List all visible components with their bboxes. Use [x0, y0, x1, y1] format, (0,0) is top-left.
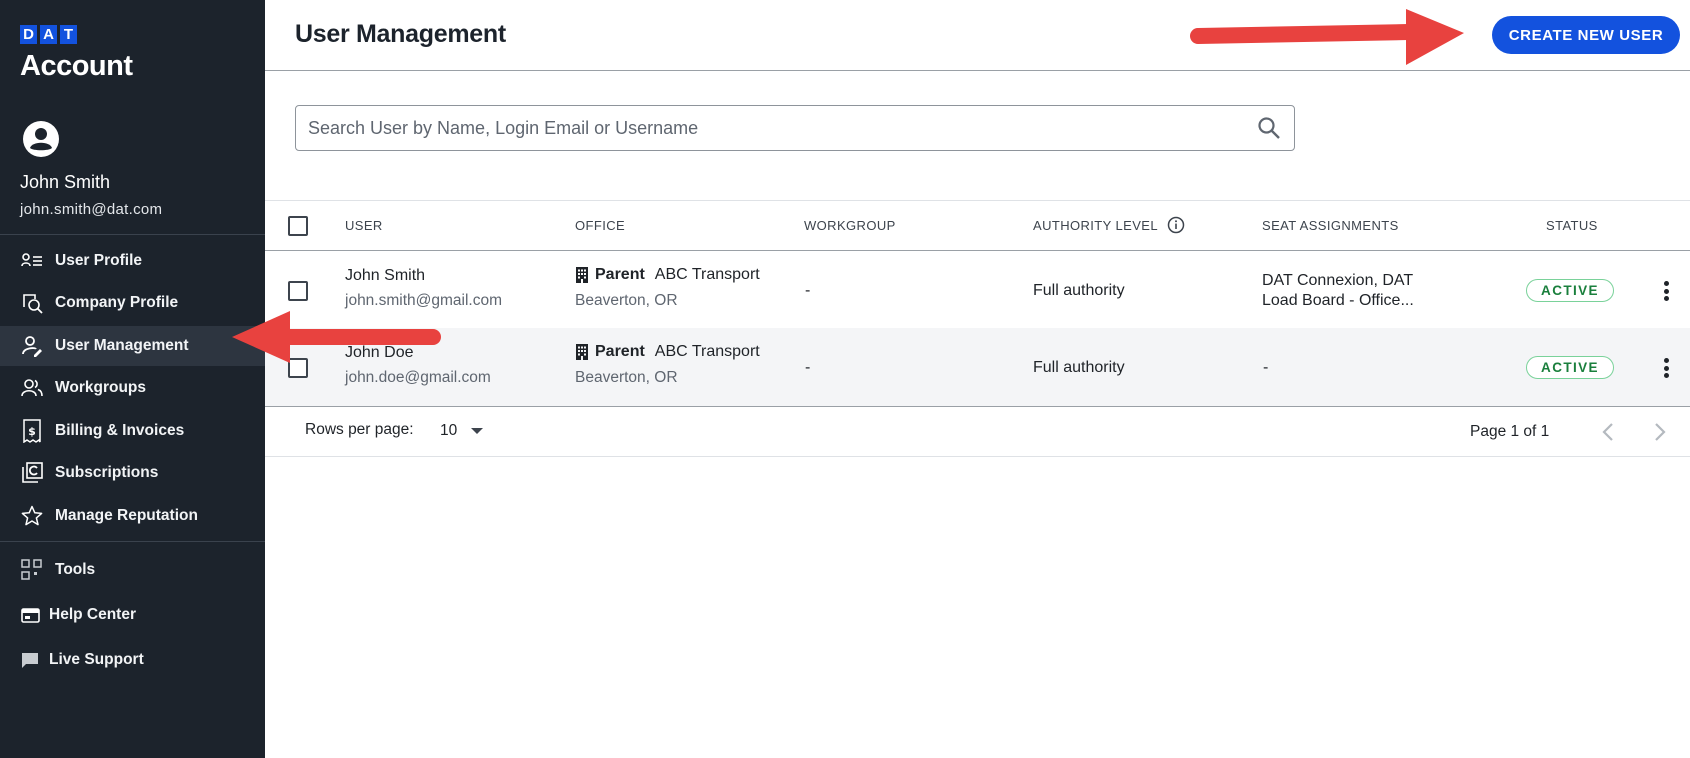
user-email: john.smith@dat.com	[20, 201, 163, 218]
column-header-seat-assignments[interactable]: SEAT ASSIGNMENTS	[1262, 218, 1399, 233]
sidebar-item-label: Manage Reputation	[55, 507, 198, 524]
user-name: John Smith	[20, 172, 111, 192]
chevron-down-icon	[471, 428, 484, 434]
sidebar-divider	[0, 541, 265, 542]
subscriptions-icon	[20, 461, 44, 485]
status-badge: ACTIVE	[1526, 279, 1614, 302]
office-location: Beaverton, OR	[575, 292, 678, 309]
workgroup-cell: -	[805, 282, 811, 299]
annotation-arrow-icon	[1190, 9, 1464, 65]
seat-assignments-cell: -	[1263, 359, 1269, 376]
workgroup-cell: -	[805, 359, 811, 376]
sidebar-item-manage-reputation[interactable]: Manage Reputation	[0, 496, 265, 536]
office-name: ABC Transport	[654, 343, 760, 360]
select-all-checkbox[interactable]	[288, 216, 308, 236]
star-icon	[20, 504, 44, 528]
user-edit-icon	[20, 334, 44, 358]
grid-icon	[20, 558, 44, 582]
logo-letter: A	[40, 25, 57, 44]
avatar-icon[interactable]	[22, 120, 60, 158]
info-icon[interactable]	[1167, 216, 1185, 234]
page-info: Page 1 of 1	[1470, 423, 1550, 440]
row-actions-kebab-icon[interactable]	[1659, 278, 1673, 304]
company-search-icon	[20, 291, 44, 315]
user-profile-icon	[20, 249, 44, 273]
authority-cell: Full authority	[1033, 359, 1125, 376]
building-icon	[576, 344, 588, 360]
table-top-divider	[265, 200, 1690, 201]
sidebar: D A T Account John Smith john.smith@dat.…	[0, 0, 265, 758]
create-new-user-button[interactable]: CREATE NEW USER	[1492, 16, 1680, 54]
column-header-status[interactable]: STATUS	[1546, 218, 1598, 233]
dat-logo[interactable]: D A T	[20, 25, 77, 44]
receipt-dollar-icon: $	[20, 419, 44, 443]
next-page-icon[interactable]	[1647, 420, 1671, 444]
sidebar-item-label: Live Support	[49, 651, 144, 668]
sidebar-item-company-profile[interactable]: Company Profile	[0, 283, 265, 323]
sidebar-item-label: Workgroups	[55, 379, 146, 396]
user-search-input[interactable]	[308, 117, 1246, 139]
table-row-highlight	[265, 328, 1690, 406]
status-badge: ACTIVE	[1526, 356, 1614, 379]
user-search-box	[295, 105, 1295, 151]
seat-assignments-cell: DAT Connexion, DAT	[1262, 272, 1414, 289]
logo-letter: T	[60, 25, 77, 44]
sidebar-divider	[0, 234, 265, 235]
row-checkbox[interactable]	[288, 358, 308, 378]
sidebar-item-subscriptions[interactable]: Subscriptions	[0, 453, 265, 493]
rows-per-page-value: 10	[440, 422, 458, 439]
footer-divider	[265, 456, 1690, 457]
sidebar-item-tools[interactable]: Tools	[0, 550, 265, 590]
authority-cell: Full authority	[1033, 282, 1125, 299]
user-email-cell: john.smith@gmail.com	[345, 292, 503, 309]
svg-text:$: $	[28, 425, 36, 438]
sidebar-item-label: Billing & Invoices	[55, 422, 185, 439]
row-checkbox[interactable]	[288, 281, 308, 301]
row-actions-kebab-icon[interactable]	[1659, 355, 1673, 381]
sidebar-item-user-profile[interactable]: User Profile	[0, 241, 265, 281]
sidebar-item-label: Company Profile	[55, 294, 179, 311]
help-window-icon	[20, 603, 40, 627]
column-header-user[interactable]: USER	[345, 218, 383, 233]
sidebar-item-user-management[interactable]: User Management	[0, 326, 265, 366]
chat-icon	[20, 648, 40, 672]
building-icon	[576, 267, 588, 283]
previous-page-icon[interactable]	[1597, 420, 1621, 444]
logo-letter: D	[20, 25, 37, 44]
office-cell: Parent ABC Transport	[575, 343, 760, 361]
sidebar-item-label: User Profile	[55, 252, 143, 269]
office-name: ABC Transport	[654, 266, 760, 283]
search-icon[interactable]	[1256, 115, 1282, 141]
rows-per-page-label: Rows per page:	[305, 421, 414, 438]
user-name-cell[interactable]: John Doe	[345, 344, 414, 362]
sidebar-item-label: Tools	[55, 561, 96, 578]
user-name-cell[interactable]: John Smith	[345, 267, 425, 285]
group-icon	[20, 376, 44, 400]
office-type: Parent	[595, 343, 645, 360]
seat-assignments-cell-line2: Load Board - Office...	[1262, 292, 1414, 309]
column-header-workgroup[interactable]: WORKGROUP	[804, 218, 896, 233]
user-email-cell: john.doe@gmail.com	[345, 369, 491, 386]
table-bottom-divider	[265, 406, 1690, 407]
office-type: Parent	[595, 266, 645, 283]
rows-per-page-select[interactable]: 10	[440, 419, 490, 443]
header-divider	[265, 70, 1690, 71]
sidebar-item-label: Subscriptions	[55, 464, 159, 481]
sidebar-item-workgroups[interactable]: Workgroups	[0, 368, 265, 408]
sidebar-item-label: Help Center	[49, 606, 136, 623]
office-cell: Parent ABC Transport	[575, 266, 760, 284]
column-header-authority-level[interactable]: AUTHORITY LEVEL	[1033, 218, 1158, 233]
sidebar-item-billing-invoices[interactable]: $ Billing & Invoices	[0, 411, 265, 451]
column-header-office[interactable]: OFFICE	[575, 218, 625, 233]
page-title: User Management	[295, 20, 506, 48]
table-header-divider	[265, 250, 1690, 251]
office-location: Beaverton, OR	[575, 369, 678, 386]
sidebar-item-label: User Management	[55, 337, 189, 354]
sidebar-item-live-support[interactable]: Live Support	[0, 640, 265, 680]
brand-product-name: Account	[20, 50, 133, 82]
sidebar-item-help-center[interactable]: Help Center	[0, 595, 265, 635]
